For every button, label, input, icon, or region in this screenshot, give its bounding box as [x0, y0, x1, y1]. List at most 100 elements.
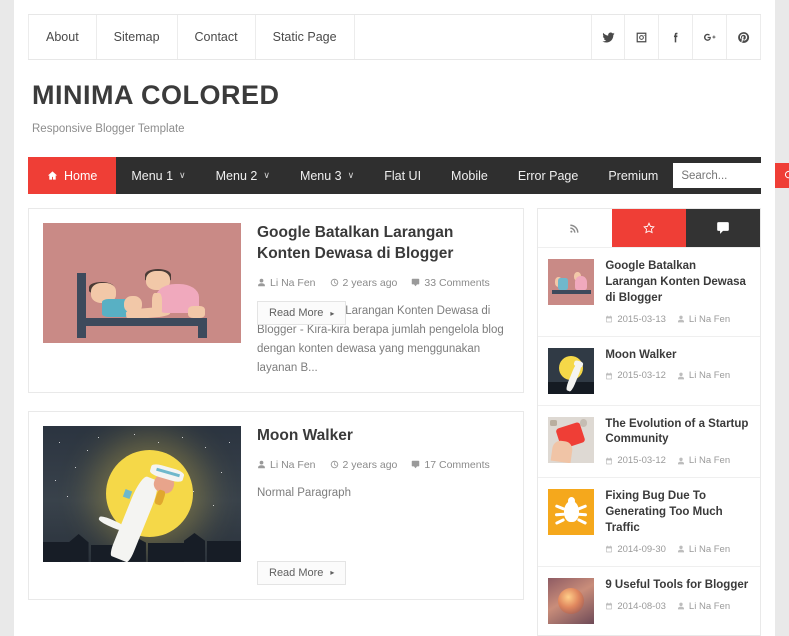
sidebar-item-title[interactable]: Fixing Bug Due To Generating Too Much Tr… — [605, 489, 750, 537]
user-icon — [677, 602, 684, 610]
sidebar-item-info: 9 Useful Tools for Blogger 2014-08-03 Li… — [605, 578, 750, 624]
post-meta: Li Na Fen 2 years ago 17 Comments — [257, 459, 509, 471]
site-title[interactable]: MINIMA COLORED — [32, 80, 761, 111]
sidebar-item-title[interactable]: Moon Walker — [605, 348, 750, 364]
topnav-label: Sitemap — [113, 30, 160, 44]
topnav-item-about[interactable]: About — [28, 15, 97, 59]
sidebar-item-author: Li Na Fen — [677, 455, 730, 466]
comment-icon — [412, 279, 420, 287]
tab-comments[interactable] — [686, 209, 760, 247]
post-title[interactable]: Google Batalkan Larangan Konten Dewasa d… — [257, 223, 509, 265]
calendar-icon — [606, 315, 613, 323]
list-item[interactable]: Moon Walker 2015-03-12 Li Na Fen — [538, 335, 760, 405]
nav-item-flat-ui[interactable]: Flat UI — [369, 157, 436, 194]
post-thumbnail-bedroom-illustration[interactable] — [43, 223, 241, 343]
post-author: Li Na Fen — [257, 459, 316, 471]
list-item[interactable]: Google Batalkan Larangan Konten Dewasa d… — [538, 247, 760, 336]
post-meta: Li Na Fen 2 years ago 33 Comments — [257, 277, 509, 289]
list-item[interactable]: The Evolution of a Startup Community 201… — [538, 404, 760, 478]
sidebar-item-author: Li Na Fen — [677, 370, 730, 381]
post-comments: 17 Comments — [411, 459, 490, 471]
twitter-icon[interactable] — [591, 15, 625, 59]
post-date: 2 years ago — [330, 458, 398, 471]
post-body: Moon Walker Li Na Fen 2 years ago 17 Com… — [257, 426, 509, 585]
post-card: Google Batalkan Larangan Konten Dewasa d… — [28, 208, 525, 393]
sidebar-item-title[interactable]: 9 Useful Tools for Blogger — [605, 578, 750, 594]
sidebar-item-meta: 2014-09-30 Li Na Fen — [605, 544, 750, 555]
arrow-right-icon: ▸ — [330, 568, 335, 578]
nav-item-menu-2[interactable]: Menu 2 ∨ — [201, 157, 285, 194]
nav-item-menu-3[interactable]: Menu 3 ∨ — [285, 157, 369, 194]
sidebar-thumbnail — [548, 416, 595, 463]
post-comments-label: 33 Comments — [424, 276, 490, 289]
topnav-label: Contact — [194, 30, 238, 44]
post-title[interactable]: Moon Walker — [257, 426, 509, 447]
sidebar-item-title[interactable]: Google Batalkan Larangan Konten Dewasa d… — [605, 259, 750, 307]
instagram-icon[interactable] — [625, 15, 659, 59]
arrow-right-icon: ▸ — [330, 308, 335, 318]
sidebar-item-meta: 2015-03-12 Li Na Fen — [605, 370, 750, 381]
sidebar-tabs — [538, 209, 760, 247]
topnav-item-static-page[interactable]: Static Page — [256, 15, 355, 59]
sidebar-item-title[interactable]: The Evolution of a Startup Community — [605, 417, 750, 449]
nav-label: Mobile — [451, 168, 488, 183]
search-input[interactable] — [673, 163, 776, 188]
read-more-button[interactable]: Read More ▸ — [257, 560, 347, 585]
tab-rss[interactable] — [538, 209, 613, 247]
nav-item-error-page[interactable]: Error Page — [503, 157, 593, 194]
sidebar-item-meta: 2014-08-03 Li Na Fen — [605, 601, 750, 612]
page-container: About Sitemap Contact Static Page MINIMA… — [14, 0, 789, 636]
tab-popular[interactable] — [612, 209, 687, 247]
sidebar-item-date: 2015-03-12 — [605, 455, 666, 466]
calendar-icon — [606, 372, 613, 380]
sidebar-item-author-label: Li Na Fen — [688, 455, 731, 467]
star-icon — [643, 222, 655, 234]
sidebar-item-info: Fixing Bug Due To Generating Too Much Tr… — [605, 489, 750, 555]
nav-label: Premium — [608, 168, 659, 183]
sidebar-item-date-label: 2015-03-13 — [617, 313, 666, 325]
user-icon — [677, 372, 684, 380]
post-comments: 33 Comments — [411, 276, 490, 289]
pinterest-icon[interactable] — [727, 15, 761, 59]
nav-label: Menu 2 — [215, 168, 258, 183]
topnav-item-contact[interactable]: Contact — [178, 15, 256, 59]
sidebar-item-info: Moon Walker 2015-03-12 Li Na Fen — [605, 348, 750, 394]
nav-item-menu-1[interactable]: Menu 1 ∨ — [116, 157, 200, 194]
comment-icon — [717, 222, 729, 234]
topnav-item-sitemap[interactable]: Sitemap — [97, 15, 178, 59]
nav-item-home[interactable]: Home — [28, 157, 117, 194]
list-item[interactable]: 9 Useful Tools for Blogger 2014-08-03 Li… — [538, 565, 760, 635]
sidebar-item-date: 2014-08-03 — [605, 601, 666, 612]
post-thumbnail-moonwalker-illustration[interactable] — [43, 425, 241, 562]
sidebar-item-date-label: 2015-03-12 — [617, 370, 666, 382]
comment-icon — [412, 460, 420, 469]
top-navigation: About Sitemap Contact Static Page — [28, 15, 355, 59]
facebook-icon[interactable] — [659, 15, 693, 59]
post-card: Moon Walker Li Na Fen 2 years ago 17 Com… — [28, 410, 525, 600]
sidebar-item-date: 2015-03-12 — [605, 370, 666, 381]
nav-item-premium[interactable]: Premium — [593, 157, 673, 194]
nav-label: Home — [64, 168, 98, 183]
sidebar-thumbnail — [548, 259, 595, 305]
sidebar-item-meta: 2015-03-13 Li Na Fen — [605, 314, 750, 325]
nav-item-mobile[interactable]: Mobile — [436, 157, 503, 194]
googleplus-icon[interactable] — [693, 15, 727, 59]
clock-icon — [330, 460, 338, 469]
sidebar-item-date: 2015-03-13 — [605, 314, 666, 325]
sidebar-item-author-label: Li Na Fen — [688, 543, 731, 555]
user-icon — [677, 546, 684, 553]
sidebar-item-date-label: 2015-03-12 — [617, 455, 666, 467]
chevron-down-icon: ∨ — [347, 170, 355, 180]
site-tagline: Responsive Blogger Template — [32, 123, 185, 135]
search-button[interactable] — [775, 163, 789, 188]
sidebar-item-author: Li Na Fen — [677, 601, 730, 612]
read-more-button[interactable]: Read More ▸ — [257, 301, 347, 325]
main-navigation: Home Menu 1 ∨ Menu 2 ∨ Menu 3 ∨ Flat UI … — [28, 157, 789, 194]
calendar-icon — [606, 546, 613, 553]
post-date-label: 2 years ago — [342, 458, 398, 471]
read-more-label: Read More — [269, 307, 324, 319]
nav-label: Menu 1 — [131, 168, 174, 183]
search-box — [673, 163, 789, 188]
read-more-label: Read More — [269, 566, 324, 579]
sidebar-item-info: Google Batalkan Larangan Konten Dewasa d… — [605, 259, 750, 325]
